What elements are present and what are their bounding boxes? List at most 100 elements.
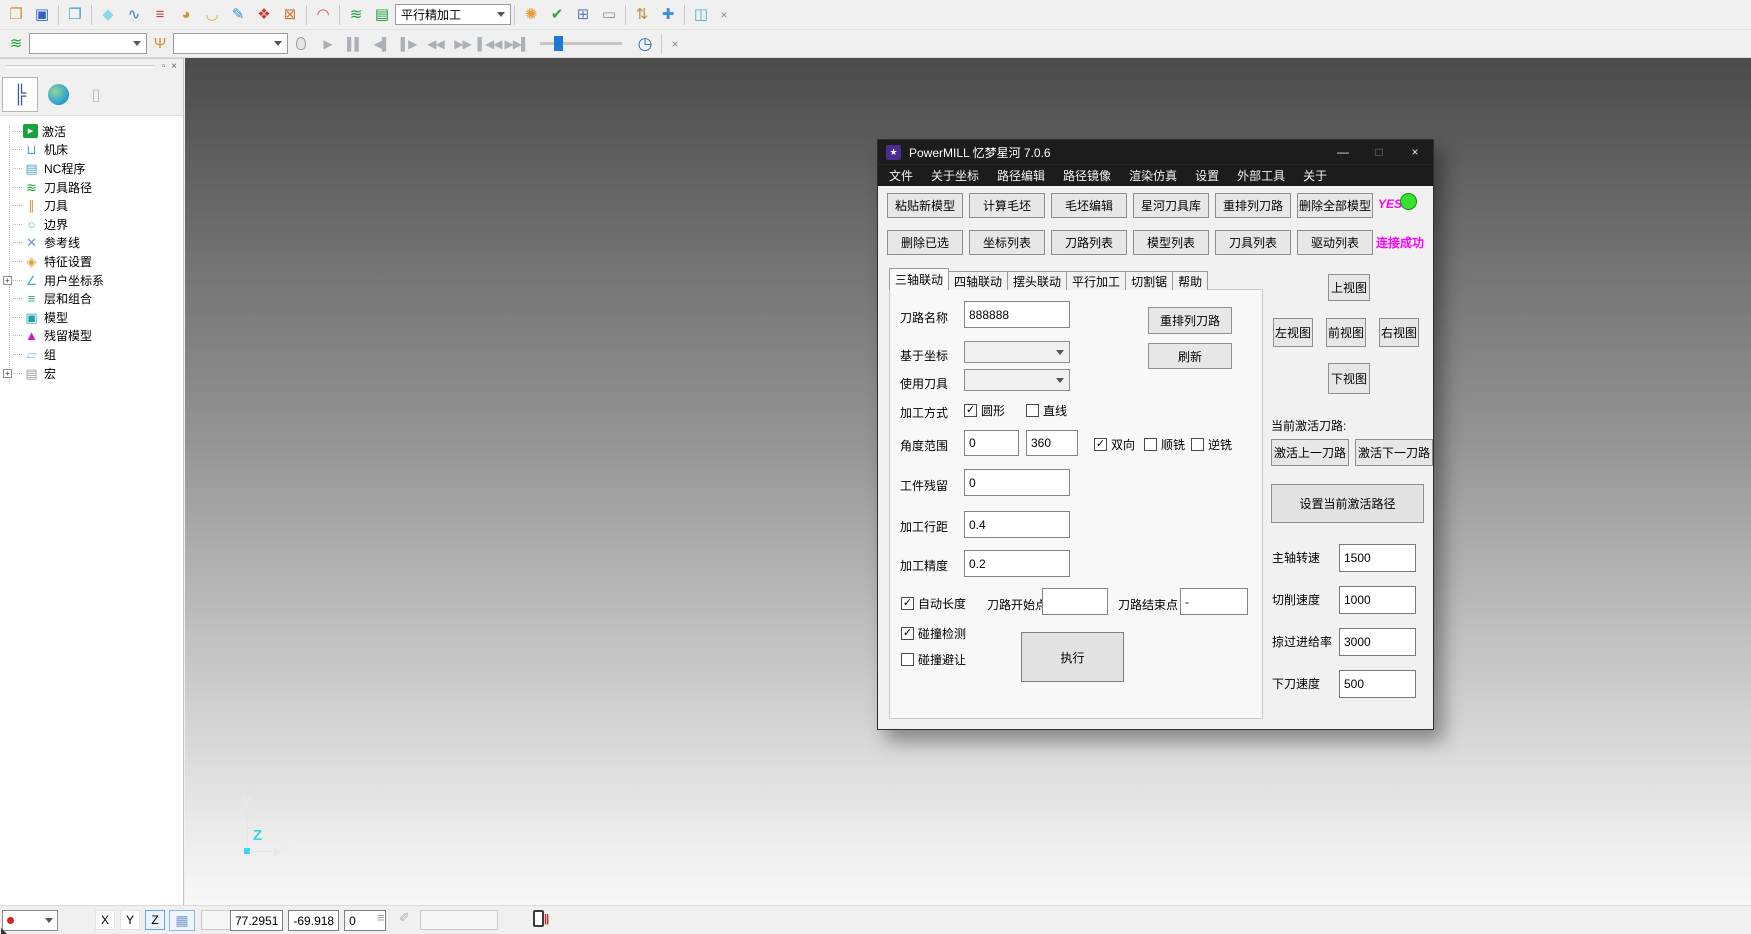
dialog-action-button[interactable]: 删除全部模型 bbox=[1297, 193, 1373, 218]
dialog-action-button[interactable]: 模型列表 bbox=[1133, 230, 1209, 255]
tree-item[interactable]: ○ 边界 bbox=[0, 215, 183, 234]
expand-plus-icon[interactable] bbox=[3, 369, 12, 378]
dialog-action-button[interactable]: 星河刀具库 bbox=[1133, 193, 1209, 218]
parameter-input[interactable]: 500 bbox=[1339, 670, 1416, 698]
angle-from-input[interactable]: 0 bbox=[964, 430, 1019, 456]
toolbar-close-icon[interactable]: × bbox=[714, 8, 734, 22]
rewind-icon[interactable]: ◀◀ bbox=[422, 32, 449, 56]
tool-select-combobox[interactable] bbox=[173, 33, 288, 54]
go-to-start-icon[interactable]: ▌◀◀ bbox=[476, 32, 503, 56]
step-forward-icon[interactable]: ▌▶ bbox=[395, 32, 422, 56]
machining-tab[interactable]: 摆头联动 bbox=[1007, 271, 1067, 290]
tool-break-icon[interactable]: ✺ bbox=[518, 3, 544, 27]
tree-item[interactable]: ▸ 激活 bbox=[0, 122, 183, 141]
simulation-speed-slider[interactable] bbox=[540, 42, 622, 45]
tree-item[interactable]: ◈ 特征设置 bbox=[0, 252, 183, 271]
lightbulb-icon[interactable] bbox=[296, 37, 306, 50]
panel-gripper[interactable] bbox=[7, 65, 155, 68]
print-icon[interactable]: ❒ bbox=[62, 3, 88, 27]
tolerance-input[interactable]: 0.2 bbox=[964, 550, 1070, 577]
toolbar-icon[interactable]: ▣ bbox=[29, 3, 55, 27]
rearrange-toolpaths-button[interactable]: 重排列刀路 bbox=[1148, 307, 1232, 334]
toolpath-list-icon[interactable]: ▤ bbox=[369, 3, 395, 27]
tree-item[interactable]: ▱ 组 bbox=[0, 345, 183, 364]
angle-to-input[interactable]: 360 bbox=[1026, 430, 1078, 456]
probe-icon[interactable]: ✐ bbox=[399, 910, 410, 926]
toolpath-select-combobox[interactable] bbox=[29, 33, 147, 54]
float-panel-icon[interactable]: ▫ bbox=[159, 61, 169, 72]
machining-tab[interactable]: 平行加工 bbox=[1066, 271, 1126, 290]
tree-item[interactable]: ⊔ 机床 bbox=[0, 141, 183, 160]
refresh-button[interactable]: 刷新 bbox=[1148, 343, 1232, 369]
clipboard-models-icon[interactable]: ◫ bbox=[688, 3, 714, 27]
toolbar-icon[interactable]: ❐ bbox=[3, 3, 29, 27]
dialog-menu-item[interactable]: 关于 bbox=[1294, 167, 1336, 184]
grid-toggle-button[interactable]: ▦ bbox=[169, 910, 195, 931]
use-tool-combobox[interactable] bbox=[964, 369, 1070, 391]
feed-rate-icon[interactable]: ≡ bbox=[147, 3, 173, 27]
direction-both-checkbox[interactable]: 双向 bbox=[1094, 436, 1135, 453]
pause-icon[interactable]: ▌▌ bbox=[341, 32, 368, 56]
toolbar-close-icon[interactable]: × bbox=[665, 37, 685, 51]
ruler-icon[interactable]: ▭ bbox=[596, 3, 622, 27]
shaded-tool-icon[interactable]: ◕ bbox=[173, 3, 199, 27]
step-back-icon[interactable]: ◀▌ bbox=[368, 32, 395, 56]
pattern-icon[interactable]: ❖ bbox=[251, 3, 277, 27]
tree-item[interactable]: ▤ NC程序 bbox=[0, 159, 183, 178]
tree-item[interactable]: ✕ 参考线 bbox=[0, 234, 183, 253]
coordinate-input[interactable]: -69.918 bbox=[288, 910, 339, 931]
view-left-button[interactable]: 左视图 bbox=[1273, 318, 1313, 347]
close-button[interactable]: × bbox=[1397, 140, 1433, 164]
machining-tab[interactable]: 切割锯 bbox=[1125, 271, 1173, 290]
mode-line-checkbox[interactable]: 直线 bbox=[1026, 402, 1067, 419]
fast-forward-icon[interactable]: ▶▶ bbox=[449, 32, 476, 56]
measure-icon[interactable]: ✚ bbox=[655, 3, 681, 27]
end-point-input[interactable]: - bbox=[1180, 588, 1248, 615]
tree-item[interactable]: ≋ 刀具路径 bbox=[0, 178, 183, 197]
auto-length-checkbox[interactable]: 自动长度 bbox=[901, 595, 966, 612]
status-empty-field-2[interactable] bbox=[420, 910, 498, 930]
minimize-button[interactable]: — bbox=[1325, 140, 1361, 164]
axis-toggle-button[interactable]: X bbox=[95, 910, 115, 930]
tool-holder-icon[interactable]: ◠ bbox=[310, 3, 336, 27]
view-top-button[interactable]: 上视图 bbox=[1328, 274, 1370, 301]
dialog-action-button[interactable]: 计算毛坯 bbox=[969, 193, 1045, 218]
tab-explorer-trash[interactable]: ▯ bbox=[78, 77, 114, 112]
dialog-title-bar[interactable]: ★ PowerMILL 忆梦星河 7.0.6 — □ × bbox=[878, 140, 1433, 164]
block-icon[interactable]: ◆ bbox=[95, 3, 121, 27]
parameter-input[interactable]: 3000 bbox=[1339, 628, 1416, 656]
dialog-action-button[interactable]: 重排列刀路 bbox=[1215, 193, 1291, 218]
machining-tab[interactable]: 帮助 bbox=[1172, 271, 1208, 290]
machining-tab[interactable]: 四轴联动 bbox=[948, 271, 1008, 290]
clock-icon[interactable]: ◷ bbox=[632, 32, 658, 56]
xyz-list-icon[interactable]: ≡ bbox=[377, 910, 385, 925]
status-mode-combobox[interactable] bbox=[2, 910, 58, 931]
collision-detect-checkbox[interactable]: 碰撞检测 bbox=[901, 625, 966, 642]
axis-toggle-button[interactable]: Z bbox=[145, 910, 165, 930]
collision-check-icon[interactable]: ◡ bbox=[199, 3, 225, 27]
dialog-menu-item[interactable]: 路径镜像 bbox=[1054, 167, 1120, 184]
set-active-path-button[interactable]: 设置当前激活路径 bbox=[1271, 484, 1424, 523]
calculator-icon[interactable]: ⊞ bbox=[570, 3, 596, 27]
view-bottom-button[interactable]: 下视图 bbox=[1328, 363, 1370, 394]
play-icon[interactable]: ▶ bbox=[314, 32, 341, 56]
slider-thumb[interactable] bbox=[554, 36, 563, 51]
parameter-input[interactable]: 1500 bbox=[1339, 544, 1416, 572]
close-panel-icon[interactable]: × bbox=[168, 61, 180, 72]
tab-explorer-world[interactable] bbox=[40, 77, 76, 112]
tree-item[interactable]: ▣ 模型 bbox=[0, 308, 183, 327]
dialog-menu-item[interactable]: 关于坐标 bbox=[922, 167, 988, 184]
parameter-input[interactable]: 1000 bbox=[1339, 586, 1416, 614]
strategy-combobox[interactable]: 平行精加工 bbox=[395, 4, 511, 25]
machining-tab[interactable]: 三轴联动 bbox=[889, 268, 949, 290]
view-right-button[interactable]: 右视图 bbox=[1379, 318, 1419, 347]
tab-explorer-tree[interactable]: ╠ bbox=[2, 77, 38, 112]
activate-prev-toolpath-button[interactable]: 激活上一刀路 bbox=[1271, 439, 1349, 466]
tree-item[interactable]: ▲ 残留模型 bbox=[0, 327, 183, 346]
activate-next-toolpath-button[interactable]: 激活下一刀路 bbox=[1355, 439, 1433, 466]
stepover-input[interactable]: 0.4 bbox=[964, 511, 1070, 538]
coordinate-input[interactable]: 77.2951 bbox=[230, 910, 283, 931]
tree-item[interactable]: ▤ 宏 bbox=[0, 364, 183, 383]
dialog-action-button[interactable]: 刀路列表 bbox=[1051, 230, 1127, 255]
execute-button[interactable]: 执行 bbox=[1021, 632, 1124, 682]
